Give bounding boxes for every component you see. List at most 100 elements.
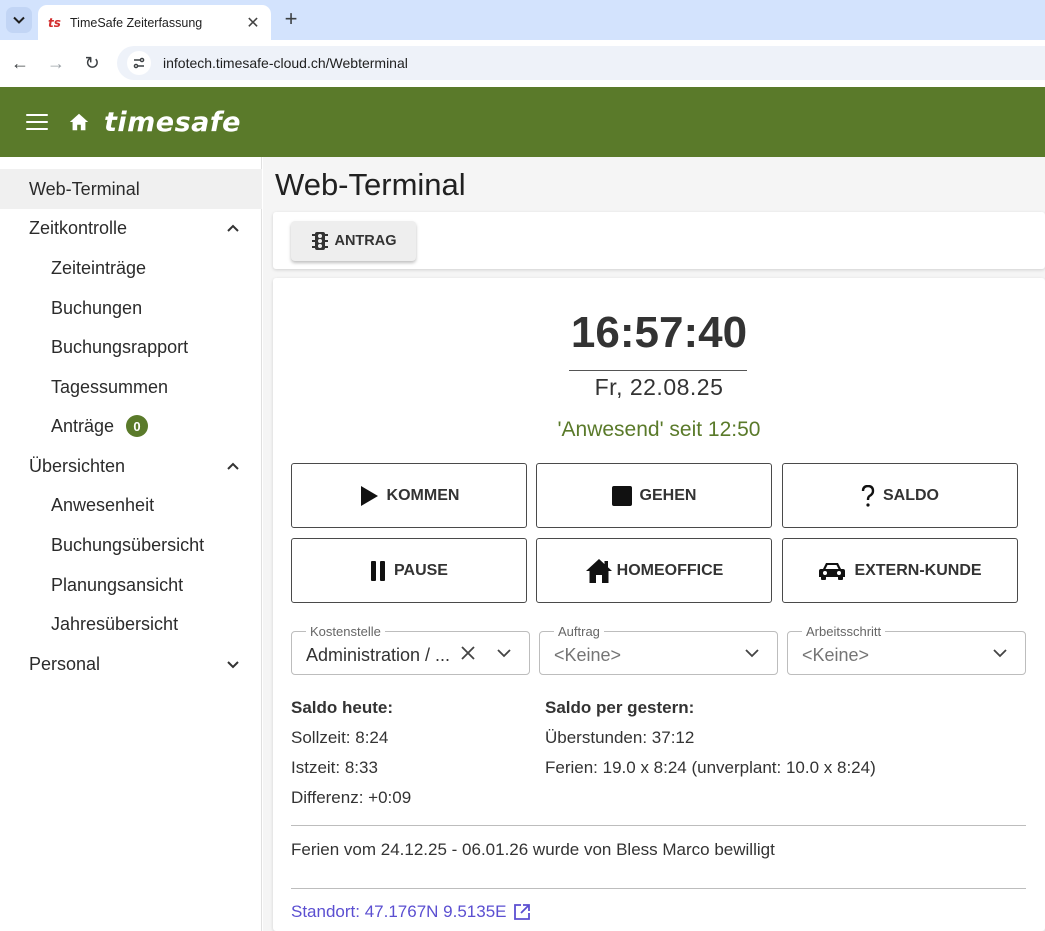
house-icon [585, 558, 612, 583]
sidebar-item-label: Personal [29, 653, 101, 674]
chevron-down-icon[interactable] [993, 648, 1007, 658]
chevron-down-icon [227, 661, 239, 669]
chevron-down-icon [13, 16, 25, 24]
sidebar-item-buchungsrapport[interactable]: Buchungsrapport [0, 327, 262, 367]
car-icon [819, 562, 846, 580]
divider [291, 825, 1026, 826]
kommen-button[interactable]: KOMMEN [291, 463, 527, 528]
back-button[interactable]: ← [7, 50, 33, 76]
chevron-down-icon[interactable] [745, 648, 759, 658]
presence-status: 'Anwesend' seit 12:50 [557, 418, 761, 441]
pause-icon [371, 560, 386, 581]
browser-tabstrip: ts TimeSafe Zeiterfassung ✕ + [0, 0, 1045, 40]
app-header: timesafe [0, 87, 1045, 157]
arbeitsschritt-label: Arbeitsschritt [802, 624, 886, 639]
clear-icon[interactable] [461, 646, 475, 660]
vacation-note: Ferien vom 24.12.25 - 06.01.26 wurde von… [291, 840, 775, 859]
homeoffice-button[interactable]: HOMEOFFICE [536, 538, 772, 603]
address-bar[interactable]: infotech.timesafe-cloud.ch/Webterminal [117, 46, 1045, 80]
gehen-button[interactable]: GEHEN [536, 463, 772, 528]
sidebar-item-zeitkontrolle[interactable]: Zeitkontrolle [0, 208, 262, 248]
forward-button[interactable]: → [43, 50, 69, 76]
saldo-heute-title: Saldo heute: [291, 698, 394, 717]
sidebar-item-buchungsuebersicht[interactable]: Buchungsübersicht [0, 525, 262, 565]
tab-close-icon[interactable]: ✕ [245, 13, 261, 33]
play-icon [360, 485, 378, 506]
sidebar-item-jahresuebersicht[interactable]: Jahresübersicht [0, 604, 262, 644]
sidebar-item-web-terminal[interactable]: Web-Terminal [0, 169, 262, 209]
homeoffice-label: HOMEOFFICE [616, 561, 724, 579]
saldo-label: SALDO [883, 486, 939, 504]
url-text: infotech.timesafe-cloud.ch/Webterminal [163, 55, 408, 71]
chevron-up-icon [227, 462, 239, 470]
sidebar-item-uebersichten[interactable]: Übersichten [0, 446, 262, 486]
menu-icon[interactable] [26, 114, 48, 130]
site-info-icon[interactable] [127, 51, 151, 75]
clock-divider [569, 370, 747, 371]
home-icon[interactable] [68, 111, 90, 133]
sidebar-item-label: Buchungsübersicht [51, 534, 205, 555]
saldo-button[interactable]: SALDO [782, 463, 1018, 528]
timesafe-favicon-icon: ts [48, 15, 61, 30]
auftrag-select[interactable]: Auftrag <Keine> [539, 624, 778, 675]
tab-search-button[interactable] [6, 7, 32, 33]
sidebar-item-label: Planungsansicht [51, 574, 184, 595]
chevron-up-icon [227, 224, 239, 232]
sidebar-item-planungsansicht[interactable]: Planungsansicht [0, 565, 262, 605]
ferien-text: Ferien: 19.0 x 8:24 (unverplant: 10.0 x … [545, 758, 876, 777]
chevron-down-icon[interactable] [497, 648, 511, 658]
kostenstelle-select[interactable]: Kostenstelle Administration / ... [291, 624, 530, 675]
brand-logo[interactable]: timesafe [104, 107, 241, 138]
sidebar-item-label: Buchungsrapport [51, 336, 189, 357]
saldo-gestern-title: Saldo per gestern: [545, 698, 695, 717]
kostenstelle-label: Kostenstelle [306, 624, 385, 639]
auftrag-value: <Keine> [554, 645, 622, 665]
sollzeit-text: Sollzeit: 8:24 [291, 728, 389, 747]
sidebar: Web-Terminal Zeitkontrolle Zeiteinträge … [0, 157, 262, 931]
kommen-label: KOMMEN [386, 486, 460, 504]
sidebar-item-personal[interactable]: Personal [0, 644, 262, 684]
sidebar-item-label: Zeiteinträge [51, 257, 147, 278]
antrag-label: ANTRAG [334, 233, 397, 249]
gehen-label: GEHEN [639, 486, 697, 504]
divider [291, 888, 1026, 889]
sidebar-item-antraege[interactable]: Anträge 0 [0, 406, 262, 446]
kostenstelle-value: Administration / ... [306, 645, 451, 665]
pause-label: PAUSE [394, 561, 448, 579]
differenz-text: Differenz: +0:09 [291, 788, 412, 807]
location-text: Standort: 47.1767N 9.5135E [291, 902, 507, 921]
sidebar-item-buchungen[interactable]: Buchungen [0, 288, 262, 328]
extern-kunde-button[interactable]: EXTERN-KUNDE [782, 538, 1018, 603]
sidebar-item-label: Tagessummen [51, 376, 169, 397]
browser-toolbar: ← → ↻ infotech.timesafe-cloud.ch/Webterm… [0, 40, 1045, 87]
location-link[interactable]: Standort: 47.1767N 9.5135E [291, 902, 531, 922]
arbeitsschritt-value: <Keine> [802, 645, 870, 665]
istzeit-text: Istzeit: 8:33 [291, 758, 378, 777]
ueberstunden-text: Überstunden: 37:12 [545, 728, 695, 747]
extern-kunde-label: EXTERN-KUNDE [854, 561, 982, 579]
browser-tab-active[interactable]: ts TimeSafe Zeiterfassung ✕ [38, 5, 271, 40]
stop-icon [611, 485, 632, 506]
reload-button[interactable]: ↻ [79, 50, 105, 76]
terminal-card: 16:57:40 Fr, 22.08.25 'Anwesend' seit 12… [273, 278, 1045, 931]
auftrag-label: Auftrag [554, 624, 604, 639]
traffic-light-icon [312, 232, 329, 250]
new-tab-button[interactable]: + [280, 8, 302, 30]
sidebar-item-tagessummen[interactable]: Tagessummen [0, 367, 262, 407]
main-content: Web-Terminal ANTRAG 16:57:40 Fr, 22.08.2… [263, 157, 1045, 931]
count-badge: 0 [126, 415, 149, 437]
sidebar-item-anwesenheit[interactable]: Anwesenheit [0, 485, 262, 525]
sidebar-item-label: Übersichten [29, 455, 126, 476]
open-external-icon [513, 904, 530, 920]
sidebar-item-label: Anwesenheit [51, 494, 155, 515]
sidebar-item-zeiteintraege[interactable]: Zeiteinträge [0, 248, 262, 288]
sidebar-item-label: Web-Terminal [29, 178, 140, 199]
tab-title: TimeSafe Zeiterfassung [70, 15, 203, 30]
sidebar-item-label: Jahresübersicht [51, 613, 179, 634]
sidebar-item-label: Buchungen [51, 297, 143, 318]
sidebar-item-label: Anträge [51, 415, 115, 436]
pause-button[interactable]: PAUSE [291, 538, 527, 603]
antrag-button[interactable]: ANTRAG [291, 221, 416, 261]
arbeitsschritt-select[interactable]: Arbeitsschritt <Keine> [787, 624, 1026, 675]
page-title: Web-Terminal [275, 167, 466, 202]
